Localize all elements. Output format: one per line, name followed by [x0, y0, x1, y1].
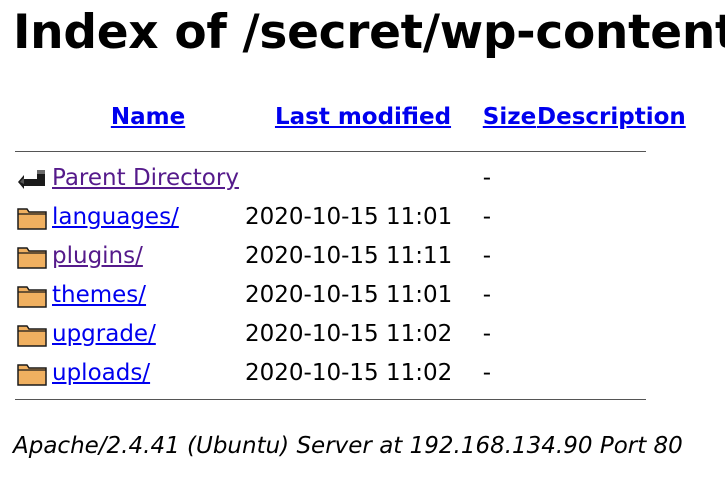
- row-name-cell: themes/: [52, 275, 244, 314]
- name-column-header: Name: [52, 100, 244, 144]
- row-name-cell: uploads/: [52, 353, 244, 392]
- top-divider: [15, 150, 646, 152]
- row-icon-cell: [15, 314, 52, 353]
- table-row-upgrade: upgrade/ 2020-10-15 11:02 -: [15, 314, 686, 353]
- row-description-cell: [537, 158, 686, 197]
- table-row-uploads: uploads/ 2020-10-15 11:02 -: [15, 353, 686, 392]
- row-modified-cell: 2020-10-15 11:01: [245, 281, 453, 308]
- row-modified-cell: [244, 158, 482, 197]
- row-name-cell: Parent Directory: [52, 158, 244, 197]
- row-icon-cell: [15, 158, 52, 197]
- row-modified-cell: 2020-10-15 11:02: [245, 359, 453, 386]
- row-name-cell: plugins/: [52, 236, 244, 275]
- row-name-cell: languages/: [52, 197, 244, 236]
- sort-by-name-link[interactable]: Name: [111, 104, 185, 130]
- folder-icon: [15, 320, 49, 348]
- server-signature: Apache/2.4.41 (Ubuntu) Server at 192.168…: [13, 433, 683, 459]
- table-row-languages: languages/ 2020-10-15 11:01 -: [15, 197, 686, 236]
- row-description-cell: [537, 275, 686, 314]
- parent-directory-link[interactable]: Parent Directory: [52, 165, 239, 191]
- row-description-cell: [537, 236, 686, 275]
- description-column-header: Description: [537, 100, 686, 144]
- sort-by-size-link[interactable]: Size: [483, 104, 536, 130]
- folder-icon: [15, 242, 49, 270]
- row-size-cell: -: [482, 242, 491, 269]
- sort-by-last-modified-link[interactable]: Last modified: [275, 104, 451, 130]
- back-arrow-icon: [15, 164, 49, 192]
- plugins-link[interactable]: plugins/: [52, 243, 143, 269]
- uploads-link[interactable]: uploads/: [52, 360, 150, 386]
- row-size-cell: -: [482, 320, 491, 347]
- row-name-cell: upgrade/: [52, 314, 244, 353]
- languages-link[interactable]: languages/: [52, 204, 179, 230]
- row-icon-cell: [15, 275, 52, 314]
- row-size-cell: -: [482, 164, 491, 191]
- row-icon-cell: [15, 353, 52, 392]
- upgrade-link[interactable]: upgrade/: [52, 321, 156, 347]
- row-modified-cell: 2020-10-15 11:01: [245, 203, 453, 230]
- folder-icon: [15, 359, 49, 387]
- icon-column-header: [15, 100, 52, 144]
- row-description-cell: [537, 353, 686, 392]
- size-column-header: Size: [482, 100, 537, 144]
- table-row-parent-directory: Parent Directory -: [15, 158, 686, 197]
- table-row-plugins: plugins/ 2020-10-15 11:11 -: [15, 236, 686, 275]
- row-modified-cell: 2020-10-15 11:02: [245, 320, 453, 347]
- last-modified-column-header: Last modified: [244, 100, 482, 144]
- listing-table: Name Last modified Size Description Pare…: [15, 100, 686, 406]
- directory-listing: Name Last modified Size Description Pare…: [15, 100, 686, 406]
- folder-icon: [15, 281, 49, 309]
- header-row: Name Last modified Size Description: [15, 100, 686, 144]
- row-icon-cell: [15, 197, 52, 236]
- themes-link[interactable]: themes/: [52, 282, 146, 308]
- row-size-cell: -: [482, 281, 491, 308]
- row-icon-cell: [15, 236, 52, 275]
- table-row-themes: themes/ 2020-10-15 11:01 -: [15, 275, 686, 314]
- top-divider-row: [15, 144, 686, 158]
- row-modified-cell: 2020-10-15 11:11: [245, 242, 453, 269]
- row-description-cell: [537, 314, 686, 353]
- sort-by-description-link[interactable]: Description: [537, 104, 686, 130]
- folder-icon: [15, 203, 49, 231]
- bottom-divider-row: [15, 392, 686, 406]
- page-title: Index of /secret/wp-content: [13, 5, 725, 60]
- row-description-cell: [537, 197, 686, 236]
- bottom-divider: [15, 398, 646, 400]
- row-size-cell: -: [482, 203, 491, 230]
- row-size-cell: -: [482, 359, 491, 386]
